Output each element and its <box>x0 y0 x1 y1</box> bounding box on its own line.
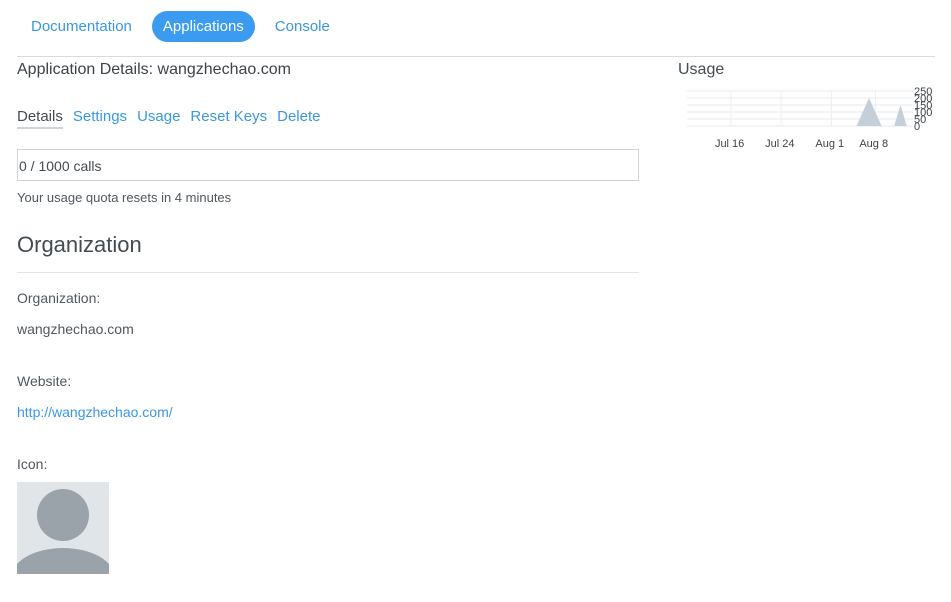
tab-delete[interactable]: Delete <box>277 108 320 129</box>
usage-title: Usage <box>678 61 725 78</box>
page-title: Application Details: wangzhechao.com <box>17 61 291 78</box>
y-tick-label: 0 <box>914 121 920 133</box>
organization-label: Organization: <box>17 290 101 306</box>
nav-applications[interactable]: Applications <box>151 11 255 42</box>
x-tick-label: Jul 24 <box>765 138 794 150</box>
usage-chart: 250200150100500 Jul 16 Jul 24 Aug 1 Aug 8 <box>687 86 932 150</box>
tab-usage[interactable]: Usage <box>137 108 180 129</box>
icon-label: Icon: <box>17 456 48 472</box>
organization-heading: Organization <box>17 232 142 257</box>
organization-value: wangzhechao.com <box>17 321 134 337</box>
chart-y-axis: 250200150100500 <box>914 86 932 133</box>
tab-settings[interactable]: Settings <box>73 108 127 129</box>
tab-reset-keys[interactable]: Reset Keys <box>190 108 267 129</box>
quota-reset-note: Your usage quota resets in 4 minutes <box>17 190 232 205</box>
nav-documentation[interactable]: Documentation <box>17 11 146 42</box>
detail-tabs: Details Settings Usage Reset Keys Delete <box>17 108 320 129</box>
tab-details[interactable]: Details <box>17 108 63 129</box>
default-user-avatar-icon <box>17 482 109 574</box>
nav-console[interactable]: Console <box>261 11 344 42</box>
chart-x-axis: Jul 16 Jul 24 Aug 1 Aug 8 <box>715 138 888 150</box>
x-tick-label: Aug 8 <box>859 138 888 150</box>
website-link[interactable]: http://wangzhechao.com/ <box>17 404 173 420</box>
top-nav: Documentation Applications Console <box>17 11 344 42</box>
section-divider <box>17 272 639 273</box>
website-label: Website: <box>17 373 72 389</box>
quota-calls-bar: 0 / 1000 calls <box>17 149 639 181</box>
x-tick-label: Jul 16 <box>715 138 744 150</box>
top-divider <box>17 56 935 57</box>
x-tick-label: Aug 1 <box>815 138 844 150</box>
